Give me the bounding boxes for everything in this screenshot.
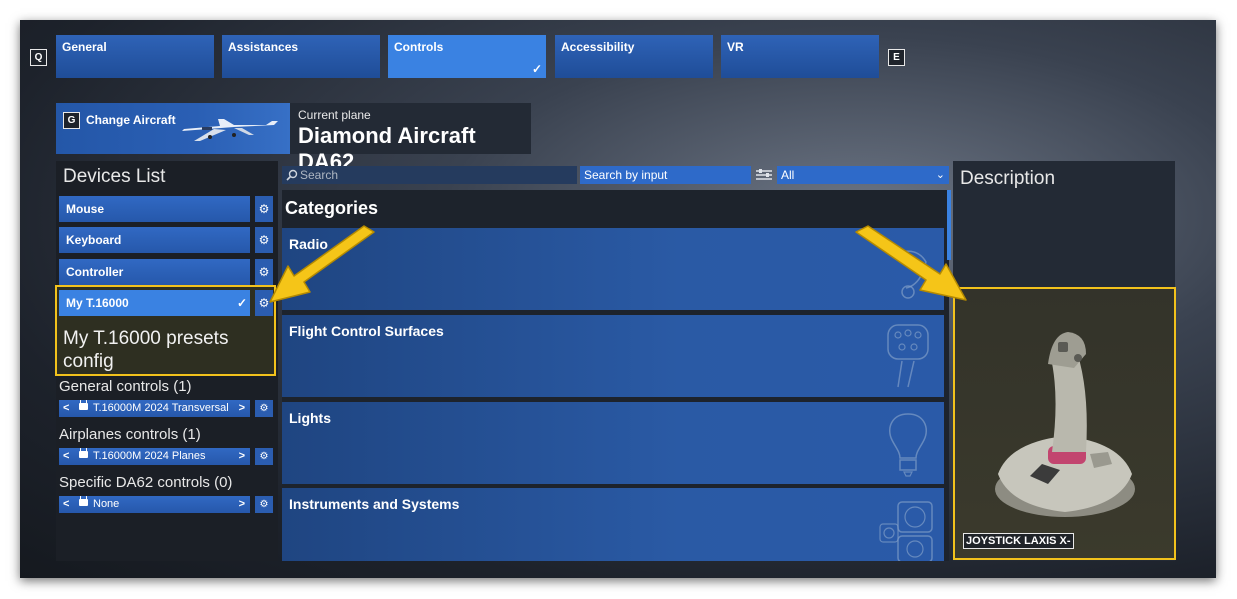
chevron-left-icon[interactable]: <	[63, 400, 69, 417]
search-icon	[286, 169, 298, 181]
search-by-input-label: Search by input	[584, 168, 668, 182]
category-lights[interactable]: Lights	[282, 402, 944, 484]
lock-icon	[79, 496, 88, 506]
device-mouse-label: Mouse	[66, 202, 105, 216]
device-mouse[interactable]: Mouse	[59, 196, 250, 222]
yoke-icon	[887, 324, 929, 388]
current-plane-label: Current plane	[298, 108, 371, 122]
airplanes-controls-value: T.16000M 2024 Planes	[93, 450, 206, 462]
change-aircraft-key: G	[63, 112, 80, 129]
device-preview-highlight: JOYSTICK LAXIS X-	[953, 287, 1176, 560]
tab-next-key[interactable]: E	[888, 49, 905, 66]
chevron-right-icon[interactable]: >	[239, 400, 245, 417]
filter-dropdown[interactable]: All ⌄	[777, 166, 949, 184]
chevron-down-icon: ⌄	[935, 169, 945, 181]
change-aircraft-label: Change Aircraft	[86, 113, 176, 127]
instruments-icon	[879, 501, 933, 561]
search-placeholder: Search	[300, 168, 339, 182]
tab-controls-label: Controls	[394, 40, 444, 54]
search-input[interactable]: Search	[282, 166, 577, 184]
search-by-input-button[interactable]: Search by input	[580, 166, 751, 184]
description-title: Description	[960, 168, 1056, 189]
category-flight-control-surfaces-label: Flight Control Surfaces	[289, 323, 444, 339]
current-plane-panel: Current plane Diamond Aircraft DA62	[290, 103, 531, 174]
category-instruments-systems-label: Instruments and Systems	[289, 496, 460, 512]
tab-accessibility-label: Accessibility	[561, 40, 635, 54]
selected-check-icon: ✓	[236, 296, 247, 310]
category-flight-control-surfaces[interactable]: Flight Control Surfaces	[282, 315, 944, 397]
category-lights-label: Lights	[289, 410, 331, 426]
lock-icon	[79, 400, 88, 410]
general-controls-label: General controls (1)	[59, 378, 192, 395]
chevron-left-icon[interactable]: <	[63, 448, 69, 465]
general-controls-selector[interactable]: < T.16000M 2024 Transversal >	[59, 400, 250, 417]
gear-icon[interactable]: ⚙	[255, 196, 273, 222]
specific-controls-label: Specific DA62 controls (0)	[59, 474, 233, 491]
tab-prev-key[interactable]: Q	[30, 49, 47, 66]
tab-controls[interactable]: Controls ✓	[388, 35, 546, 78]
annotation-arrow-right-icon	[855, 225, 967, 301]
devices-panel: Devices List Mouse ⚙ Keyboard ⚙ Controll…	[55, 161, 278, 561]
general-controls-value: T.16000M 2024 Transversal	[93, 402, 229, 414]
tab-vr[interactable]: VR	[721, 35, 879, 78]
annotation-arrow-left-icon	[269, 225, 375, 303]
device-caption: JOYSTICK LAXIS X-	[963, 533, 1074, 549]
device-controller[interactable]: Controller	[59, 259, 250, 285]
lightbulb-icon	[888, 413, 928, 477]
airplanes-controls-selector[interactable]: < T.16000M 2024 Planes >	[59, 448, 250, 465]
tab-assistances[interactable]: Assistances	[222, 35, 380, 78]
airplanes-controls-label: Airplanes controls (1)	[59, 426, 201, 443]
gear-icon[interactable]: ⚙	[255, 400, 273, 417]
gear-icon[interactable]: ⚙	[255, 448, 273, 465]
change-aircraft-button[interactable]: G Change Aircraft	[56, 103, 290, 154]
tab-general[interactable]: General	[56, 35, 214, 78]
filter-icon[interactable]	[756, 169, 772, 181]
specific-controls-value: None	[93, 498, 120, 510]
device-controller-label: Controller	[66, 265, 124, 279]
category-instruments-systems[interactable]: Instruments and Systems	[282, 488, 944, 561]
preset-config-label: My T.16000 presets config	[63, 328, 229, 372]
tab-accessibility[interactable]: Accessibility	[555, 35, 713, 78]
airplane-icon	[182, 119, 278, 141]
device-keyboard[interactable]: Keyboard	[59, 227, 250, 253]
joystick-image	[995, 332, 1135, 517]
device-keyboard-label: Keyboard	[66, 233, 122, 247]
devices-list-title: Devices List	[63, 166, 166, 187]
lock-icon	[79, 448, 88, 458]
gear-icon[interactable]: ⚙	[255, 496, 273, 513]
specific-controls-selector[interactable]: < None >	[59, 496, 250, 513]
device-t16000[interactable]: My T.16000 ✓	[59, 290, 250, 316]
tab-vr-label: VR	[727, 40, 744, 54]
categories-title: Categories	[285, 198, 379, 218]
tab-assistances-label: Assistances	[228, 40, 299, 54]
filter-dropdown-value: All	[781, 168, 795, 182]
tab-general-label: General	[62, 40, 107, 54]
settings-window: Q General Assistances Controls ✓ Accessi…	[20, 20, 1216, 578]
device-t16000-label: My T.16000	[66, 296, 129, 310]
chevron-right-icon[interactable]: >	[239, 496, 245, 513]
chevron-right-icon[interactable]: >	[239, 448, 245, 465]
chevron-left-icon[interactable]: <	[63, 496, 69, 513]
selected-check-icon: ✓	[531, 62, 542, 76]
